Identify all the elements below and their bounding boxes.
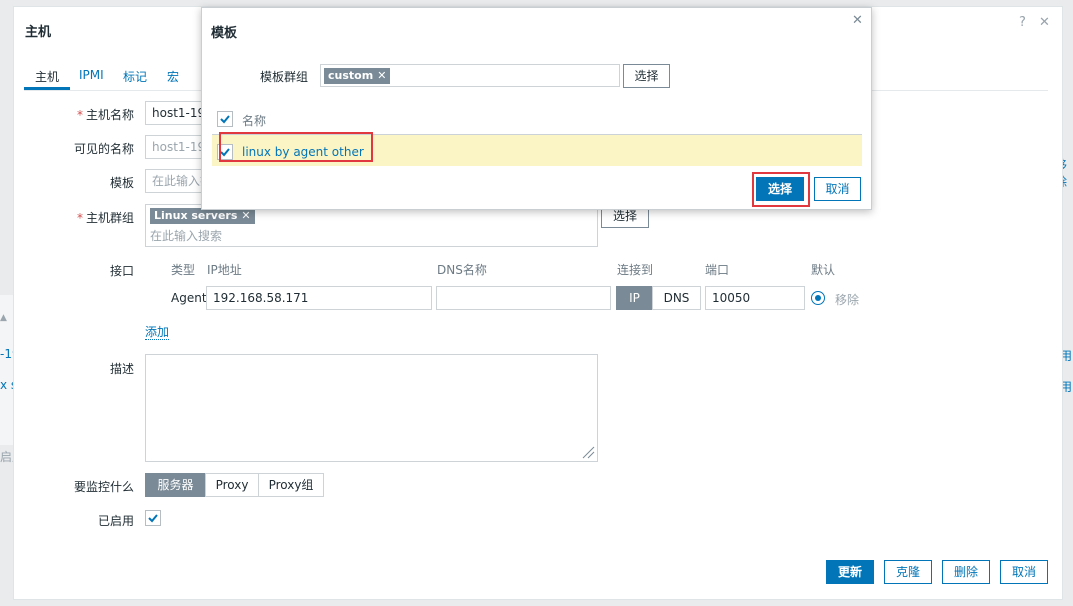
monitored-by-label: 要监控什么: [73, 480, 134, 494]
host-group-tag: Linux servers ✕: [150, 208, 255, 224]
templates-label: 模板: [109, 176, 134, 190]
interface-default-header: 默认: [811, 263, 836, 277]
host-groups-search-placeholder: 在此输入搜索: [150, 229, 223, 243]
name-column-header: 名称: [242, 114, 267, 128]
host-name-label: * 主机名称: [76, 108, 134, 122]
tab-macros[interactable]: 宏: [167, 68, 179, 85]
interface-ip-input[interactable]: 192.168.58.171: [206, 286, 432, 310]
annotation-highlight-button: [752, 172, 810, 207]
tab-ipmi[interactable]: IPMI: [79, 68, 104, 82]
template-group-label: 模板群组: [260, 70, 309, 84]
close-icon[interactable]: ✕: [852, 13, 863, 28]
interface-port-header: 端口: [705, 263, 730, 277]
resize-handle-icon[interactable]: [581, 445, 595, 459]
interface-ip-header: IP地址: [207, 263, 242, 277]
host-dialog-title: 主机: [25, 25, 52, 40]
check-icon: [148, 514, 158, 523]
remove-tag-icon[interactable]: ✕: [241, 209, 250, 222]
interface-dns-input[interactable]: [436, 286, 611, 310]
background-caret-icon: ▲: [0, 313, 7, 323]
add-interface-link[interactable]: 添加: [145, 325, 170, 340]
help-icon[interactable]: ?: [1019, 15, 1026, 30]
template-group-tag: custom ✕: [324, 68, 391, 84]
connect-dns-toggle[interactable]: DNS: [652, 286, 701, 310]
template-group-multiselect[interactable]: custom ✕: [320, 64, 620, 87]
visible-name-input[interactable]: host1-192: [145, 135, 205, 159]
close-icon[interactable]: ✕: [1039, 15, 1050, 30]
update-button[interactable]: 更新: [826, 560, 874, 584]
cancel-button[interactable]: 取消: [1000, 560, 1048, 584]
active-tab-indicator: [24, 87, 70, 90]
template-group-select-button[interactable]: 选择: [623, 64, 670, 88]
enabled-label: 已启用: [97, 514, 134, 528]
interface-dns-header: DNS名称: [437, 263, 487, 277]
interface-type-value: Agent: [171, 291, 207, 305]
templates-input[interactable]: 在此输入搜: [145, 169, 205, 193]
tab-tags[interactable]: 标记: [123, 68, 147, 85]
monitored-by-proxy-group[interactable]: Proxy组: [258, 473, 324, 497]
visible-name-label: 可见的名称: [73, 142, 134, 156]
default-interface-radio[interactable]: [811, 291, 825, 305]
annotation-highlight-row: [219, 132, 373, 162]
select-all-checkbox[interactable]: [217, 111, 233, 127]
interface-type-header: 类型: [171, 263, 196, 277]
host-groups-label: * 主机群组: [76, 211, 134, 225]
template-cancel-button[interactable]: 取消: [814, 177, 861, 201]
host-name-input[interactable]: host1-192: [145, 101, 205, 125]
clone-button[interactable]: 克隆: [884, 560, 932, 584]
interface-remove-link[interactable]: 移除: [835, 291, 859, 308]
template-dialog-title: 模板: [211, 26, 238, 41]
template-select-dialog: 模板 ✕ 模板群组 custom ✕ 选择 名称 linux by agent o…: [201, 7, 872, 210]
host-groups-multiselect[interactable]: Linux servers ✕ 在此输入搜索: [145, 204, 598, 247]
delete-button[interactable]: 删除: [942, 560, 990, 584]
monitored-by-proxy[interactable]: Proxy: [205, 473, 259, 497]
monitored-by-server[interactable]: 服务器: [145, 473, 206, 497]
check-icon: [220, 115, 230, 124]
remove-tag-icon[interactable]: ✕: [377, 69, 386, 82]
tab-host[interactable]: 主机: [35, 68, 59, 85]
connect-ip-toggle[interactable]: IP: [616, 286, 653, 310]
enabled-checkbox[interactable]: [145, 510, 161, 526]
interface-connect-header: 连接到: [617, 263, 654, 277]
interfaces-label: 接口: [109, 264, 134, 278]
description-label: 描述: [109, 362, 134, 376]
description-textarea[interactable]: [145, 354, 598, 462]
interface-port-input[interactable]: 10050: [705, 286, 805, 310]
